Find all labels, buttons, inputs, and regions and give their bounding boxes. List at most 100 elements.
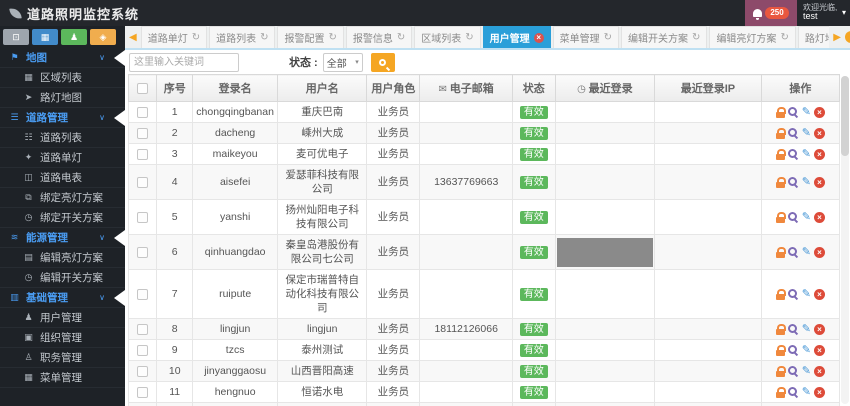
status-select[interactable]: 全部 ▾ bbox=[322, 52, 363, 72]
row-checkbox[interactable] bbox=[137, 148, 149, 160]
quick-button-user[interactable]: ♟ bbox=[61, 29, 87, 45]
lock-icon[interactable] bbox=[775, 211, 786, 223]
lock-icon[interactable] bbox=[775, 344, 786, 356]
quick-button-shield[interactable]: ◈ bbox=[90, 29, 116, 45]
lock-icon[interactable] bbox=[775, 323, 786, 335]
zoom-icon[interactable] bbox=[787, 365, 799, 377]
refresh-icon[interactable]: ↻ bbox=[192, 32, 200, 43]
tab-edit-switch-plan[interactable]: 编辑开关方案 ↻ bbox=[621, 26, 708, 48]
sidebar-item-user-management[interactable]: ♟ 用户管理 bbox=[0, 308, 125, 328]
row-checkbox[interactable] bbox=[137, 127, 149, 139]
delete-icon[interactable]: × bbox=[813, 365, 825, 377]
lock-icon[interactable] bbox=[775, 106, 786, 118]
edit-icon[interactable]: ✎ bbox=[802, 365, 811, 377]
tab-road-list[interactable]: 道路列表 ↻ bbox=[209, 26, 276, 48]
zoom-icon[interactable] bbox=[787, 148, 799, 160]
search-button[interactable] bbox=[370, 52, 395, 72]
sidebar-section-road-management[interactable]: ☰ 道路管理 ∨ bbox=[0, 108, 125, 128]
row-checkbox[interactable] bbox=[137, 365, 149, 377]
zoom-icon[interactable] bbox=[787, 288, 799, 300]
sidebar-item-position-management[interactable]: ♙ 职务管理 bbox=[0, 348, 125, 368]
refresh-icon[interactable]: ↻ bbox=[692, 32, 700, 43]
row-checkbox[interactable] bbox=[137, 323, 149, 335]
zoom-icon[interactable] bbox=[787, 211, 799, 223]
edit-icon[interactable]: ✎ bbox=[802, 386, 811, 398]
delete-icon[interactable]: × bbox=[813, 148, 825, 160]
sidebar-section-map[interactable]: ⚑ 地图 ∨ bbox=[0, 48, 125, 68]
refresh-icon[interactable]: ↻ bbox=[604, 32, 612, 43]
quick-button-grid[interactable]: ▦ bbox=[32, 29, 58, 45]
tab-user-management[interactable]: 用户管理 × bbox=[482, 26, 551, 48]
row-checkbox[interactable] bbox=[137, 176, 149, 188]
delete-icon[interactable]: × bbox=[813, 386, 825, 398]
sidebar-item-road-single-lamp[interactable]: ✦ 道路单灯 bbox=[0, 148, 125, 168]
sidebar-item-streetlamp-map[interactable]: ➤ 路灯地图 bbox=[0, 88, 125, 108]
notifications-button[interactable]: 250 bbox=[745, 0, 797, 26]
sidebar-item-bind-switch-plan[interactable]: ◷ 绑定开关方案 bbox=[0, 208, 125, 228]
keyword-input[interactable] bbox=[129, 52, 239, 72]
delete-icon[interactable]: × bbox=[813, 106, 825, 118]
zoom-icon[interactable] bbox=[787, 176, 799, 188]
zoom-icon[interactable] bbox=[787, 386, 799, 398]
lock-icon[interactable] bbox=[775, 288, 786, 300]
sidebar-item-road-list[interactable]: ☷ 道路列表 bbox=[0, 128, 125, 148]
refresh-icon[interactable]: ↻ bbox=[328, 32, 336, 43]
tab-menu-management[interactable]: 菜单管理 ↻ bbox=[552, 26, 620, 48]
select-all-checkbox[interactable] bbox=[137, 82, 149, 94]
zoom-icon[interactable] bbox=[787, 127, 799, 139]
tabs-scroll-left-button[interactable]: ◀ bbox=[127, 32, 139, 43]
sidebar-item-edit-switch-plan[interactable]: ◷ 编辑开关方案 bbox=[0, 268, 125, 288]
edit-icon[interactable]: ✎ bbox=[802, 323, 811, 335]
edit-icon[interactable]: ✎ bbox=[802, 288, 811, 300]
sidebar-item-menu-management[interactable]: ▦ 菜单管理 bbox=[0, 368, 125, 388]
edit-icon[interactable]: ✎ bbox=[802, 127, 811, 139]
vertical-scrollbar[interactable] bbox=[841, 76, 849, 404]
edit-icon[interactable]: ✎ bbox=[802, 106, 811, 118]
refresh-icon[interactable]: ↻ bbox=[397, 32, 405, 43]
edit-icon[interactable]: ✎ bbox=[802, 176, 811, 188]
zoom-icon[interactable] bbox=[787, 323, 799, 335]
tab-road-single-lamp[interactable]: 道路单灯 ↻ bbox=[140, 26, 208, 48]
lock-icon[interactable] bbox=[775, 365, 786, 377]
tab-alarm-config[interactable]: 报警配置 ↻ bbox=[277, 26, 344, 48]
lock-icon[interactable] bbox=[775, 246, 786, 258]
row-checkbox[interactable] bbox=[137, 246, 149, 258]
tab-area-list[interactable]: 区域列表 ↻ bbox=[414, 26, 481, 48]
tab-edit-lighting-plan[interactable]: 编辑亮灯方案 ↻ bbox=[709, 26, 796, 48]
delete-icon[interactable]: × bbox=[813, 323, 825, 335]
sidebar-item-org-management[interactable]: ▣ 组织管理 bbox=[0, 328, 125, 348]
edit-icon[interactable]: ✎ bbox=[802, 344, 811, 356]
sidebar-section-energy-management[interactable]: ≋ 能源管理 ∨ bbox=[0, 228, 125, 248]
delete-icon[interactable]: × bbox=[813, 246, 825, 258]
close-icon[interactable]: × bbox=[533, 32, 544, 43]
user-menu[interactable]: 欢迎光临, test ▾ bbox=[797, 0, 850, 26]
lock-icon[interactable] bbox=[775, 127, 786, 139]
lock-icon[interactable] bbox=[775, 148, 786, 160]
tab-actions-button[interactable] bbox=[845, 31, 850, 43]
lock-icon[interactable] bbox=[775, 176, 786, 188]
row-checkbox[interactable] bbox=[137, 211, 149, 223]
edit-icon[interactable]: ✎ bbox=[802, 246, 811, 258]
delete-icon[interactable]: × bbox=[813, 288, 825, 300]
sidebar-item-area-list[interactable]: ▦ 区域列表 bbox=[0, 68, 125, 88]
delete-icon[interactable]: × bbox=[813, 176, 825, 188]
lock-icon[interactable] bbox=[775, 386, 786, 398]
sidebar-item-bind-lighting-plan[interactable]: ⧉ 绑定亮灯方案 bbox=[0, 188, 125, 208]
row-checkbox[interactable] bbox=[137, 106, 149, 118]
quick-button-monitor[interactable]: ⊡ bbox=[3, 29, 29, 45]
refresh-icon[interactable]: ↻ bbox=[260, 32, 268, 43]
zoom-icon[interactable] bbox=[787, 344, 799, 356]
sidebar-item-road-meter[interactable]: ◫ 道路电表 bbox=[0, 168, 125, 188]
refresh-icon[interactable]: ↻ bbox=[465, 32, 473, 43]
edit-icon[interactable]: ✎ bbox=[802, 211, 811, 223]
tab-alarm-info[interactable]: 报警信息 ↻ bbox=[345, 26, 413, 48]
row-checkbox[interactable] bbox=[137, 288, 149, 300]
scrollbar-thumb[interactable] bbox=[841, 76, 849, 156]
row-checkbox[interactable] bbox=[137, 386, 149, 398]
delete-icon[interactable]: × bbox=[813, 211, 825, 223]
sidebar-item-edit-lighting-plan[interactable]: ▤ 编辑亮灯方案 bbox=[0, 248, 125, 268]
sidebar-section-basic-management[interactable]: ▥ 基础管理 ∨ bbox=[0, 288, 125, 308]
edit-icon[interactable]: ✎ bbox=[802, 148, 811, 160]
zoom-icon[interactable] bbox=[787, 106, 799, 118]
row-checkbox[interactable] bbox=[137, 344, 149, 356]
